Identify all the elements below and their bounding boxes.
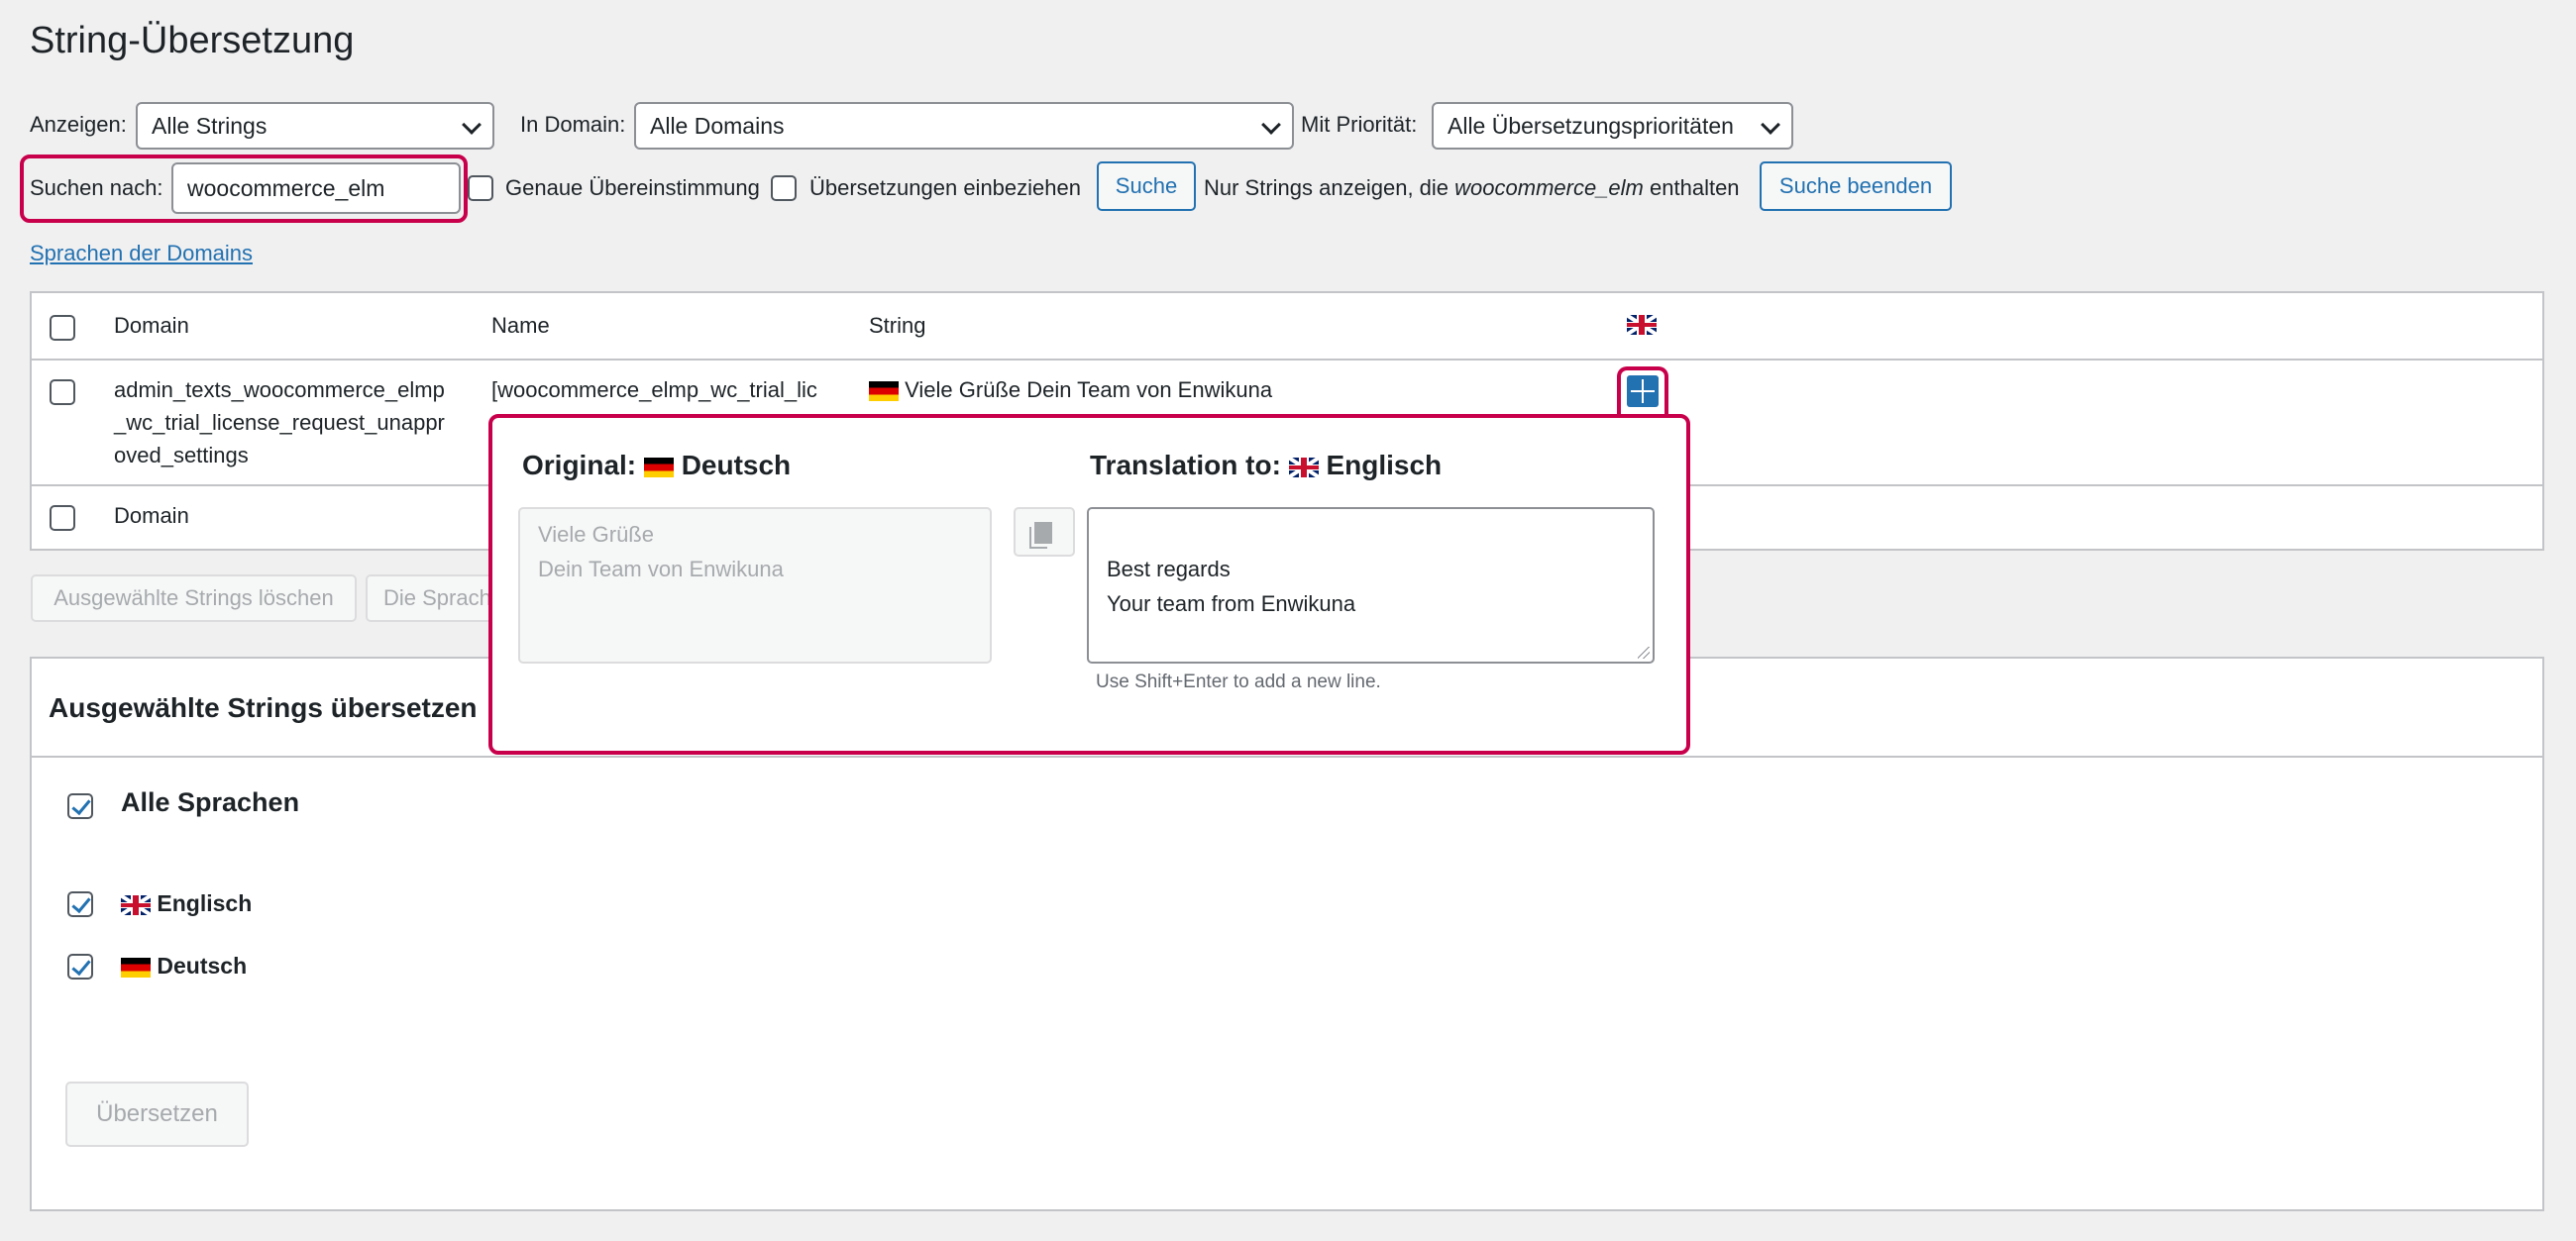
original-textarea: Viele Grüße Dein Team von Enwikuna xyxy=(518,507,992,664)
show-select[interactable]: Alle Strings xyxy=(136,102,494,150)
show-label: Anzeigen: xyxy=(30,112,127,137)
column-header-domain[interactable]: Domain xyxy=(114,309,189,342)
language-item-englisch: Englisch xyxy=(121,890,252,917)
language-checkbox-deutsch[interactable] xyxy=(67,954,93,980)
search-input-value: woocommerce_elm xyxy=(187,175,385,201)
chevron-down-icon xyxy=(1261,115,1281,135)
copy-original-button[interactable] xyxy=(1014,507,1075,557)
translation-language: Englisch xyxy=(1326,450,1443,480)
language-label: Englisch xyxy=(157,890,253,916)
gb-flag-icon xyxy=(1288,457,1319,477)
translation-label: Translation to: xyxy=(1090,450,1281,480)
domain-select[interactable]: Alle Domains xyxy=(634,102,1294,150)
column-header-name[interactable]: Name xyxy=(491,309,550,342)
search-info: Nur Strings anzeigen, die woocommerce_el… xyxy=(1204,175,1740,201)
translation-textarea[interactable]: Best regards Your team from Enwikuna xyxy=(1087,507,1655,664)
footer-select-all-checkbox[interactable] xyxy=(50,505,75,531)
show-select-value: Alle Strings xyxy=(152,113,268,139)
original-language: Deutsch xyxy=(681,450,792,480)
translation-popup: Original: Deutsch Viele Grüße Dein Team … xyxy=(488,414,1690,755)
priority-select-value: Alle Übersetzungsprioritäten xyxy=(1448,113,1734,139)
translate-panel-title: Ausgewählte Strings übersetzen xyxy=(49,692,478,723)
original-label: Original: xyxy=(522,450,637,480)
translate-button[interactable]: Übersetzen xyxy=(65,1082,249,1147)
domain-select-value: Alle Domains xyxy=(650,113,785,139)
delete-selected-button[interactable]: Ausgewählte Strings löschen xyxy=(31,574,357,622)
row-string-text: Viele Grüße Dein Team von Enwikuna xyxy=(905,377,1273,402)
all-languages-label: Alle Sprachen xyxy=(121,787,300,817)
exact-match-label: Genaue Übereinstimmung xyxy=(505,175,760,200)
search-info-term: woocommerce_elm xyxy=(1454,175,1644,200)
all-languages-checkbox[interactable] xyxy=(67,793,93,819)
chevron-down-icon xyxy=(462,115,482,135)
row-checkbox[interactable] xyxy=(50,379,75,405)
page-title: String-Übersetzung xyxy=(30,20,355,61)
search-label: Suchen nach: xyxy=(30,175,163,200)
gb-flag-icon xyxy=(1627,315,1657,335)
de-flag-icon xyxy=(869,381,899,402)
column-header-string[interactable]: String xyxy=(869,309,925,342)
include-translations-checkbox[interactable] xyxy=(771,175,797,201)
copy-icon xyxy=(1034,522,1052,544)
select-all-checkbox[interactable] xyxy=(50,315,75,341)
include-translations-label: Übersetzungen einbeziehen xyxy=(809,175,1081,200)
newline-hint: Use Shift+Enter to add a new line. xyxy=(1096,672,1381,692)
language-item-deutsch: Deutsch xyxy=(121,953,247,980)
original-heading: Original: Deutsch xyxy=(522,450,791,481)
translation-heading: Translation to: Englisch xyxy=(1090,450,1442,481)
search-button[interactable]: Suche xyxy=(1097,161,1196,211)
row-name-line1: [woocommerce_elmp_wc_trial_lic xyxy=(491,377,817,402)
priority-select[interactable]: Alle Übersetzungsprioritäten xyxy=(1432,102,1793,150)
chevron-down-icon xyxy=(1761,115,1780,135)
translation-text: Best regards Your team from Enwikuna xyxy=(1107,557,1356,616)
resize-handle[interactable] xyxy=(1638,647,1650,659)
priority-label: Mit Priorität: xyxy=(1301,112,1418,137)
domain-languages-link[interactable]: Sprachen der Domains xyxy=(30,241,253,266)
search-info-prefix: Nur Strings anzeigen, die xyxy=(1204,175,1449,200)
row-domain: admin_texts_woocommerce_elmp _wc_trial_l… xyxy=(114,377,445,467)
add-translation-button[interactable] xyxy=(1627,375,1659,407)
gb-flag-icon xyxy=(121,894,151,915)
column-footer-domain[interactable]: Domain xyxy=(114,499,189,532)
end-search-button[interactable]: Suche beenden xyxy=(1760,161,1952,211)
search-input[interactable]: woocommerce_elm xyxy=(171,162,461,214)
language-checkbox-englisch[interactable] xyxy=(67,891,93,917)
row-string: Viele Grüße Dein Team von Enwikuna xyxy=(869,373,1272,406)
domain-label: In Domain: xyxy=(520,112,626,137)
de-flag-icon xyxy=(643,457,674,477)
exact-match-checkbox[interactable] xyxy=(468,175,493,201)
de-flag-icon xyxy=(121,957,151,978)
language-label: Deutsch xyxy=(157,953,248,979)
search-info-suffix: enthalten xyxy=(1650,175,1740,200)
